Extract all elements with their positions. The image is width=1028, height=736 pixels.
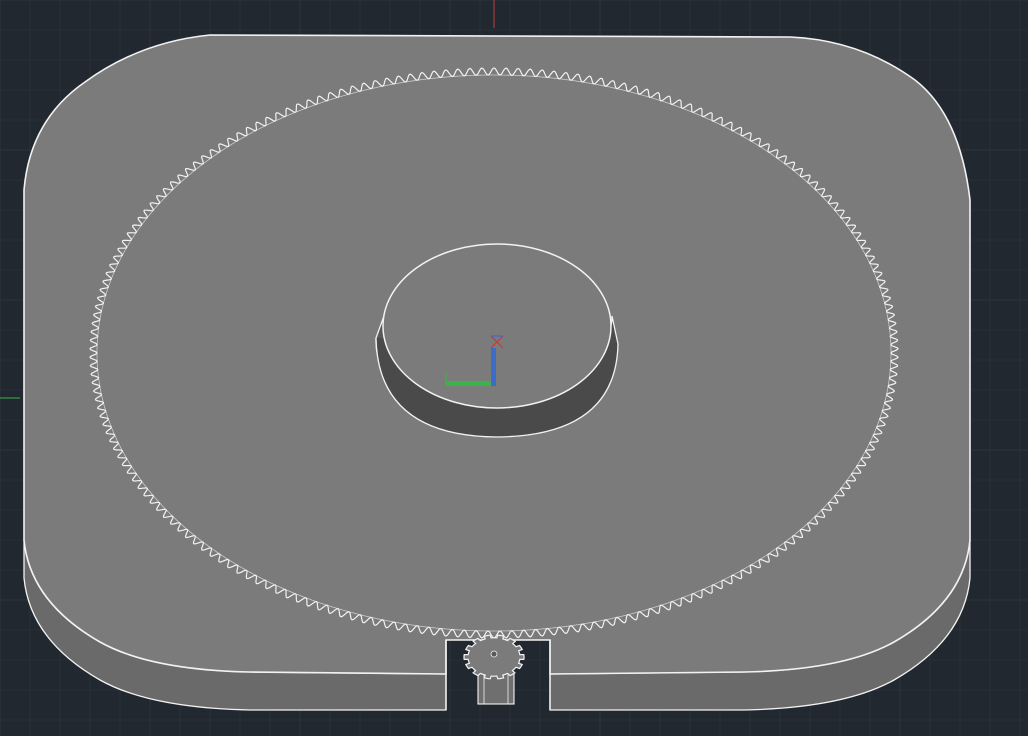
pinion-gear[interactable] [463,634,525,705]
ucs-x-axis [446,381,494,386]
ucs-z-axis [491,348,496,386]
pinion-shaft [477,671,515,705]
center-hub[interactable] [375,243,619,438]
pinion-bore [490,650,498,658]
cad-viewport[interactable] [0,0,1028,736]
hub-top-face [382,243,612,409]
